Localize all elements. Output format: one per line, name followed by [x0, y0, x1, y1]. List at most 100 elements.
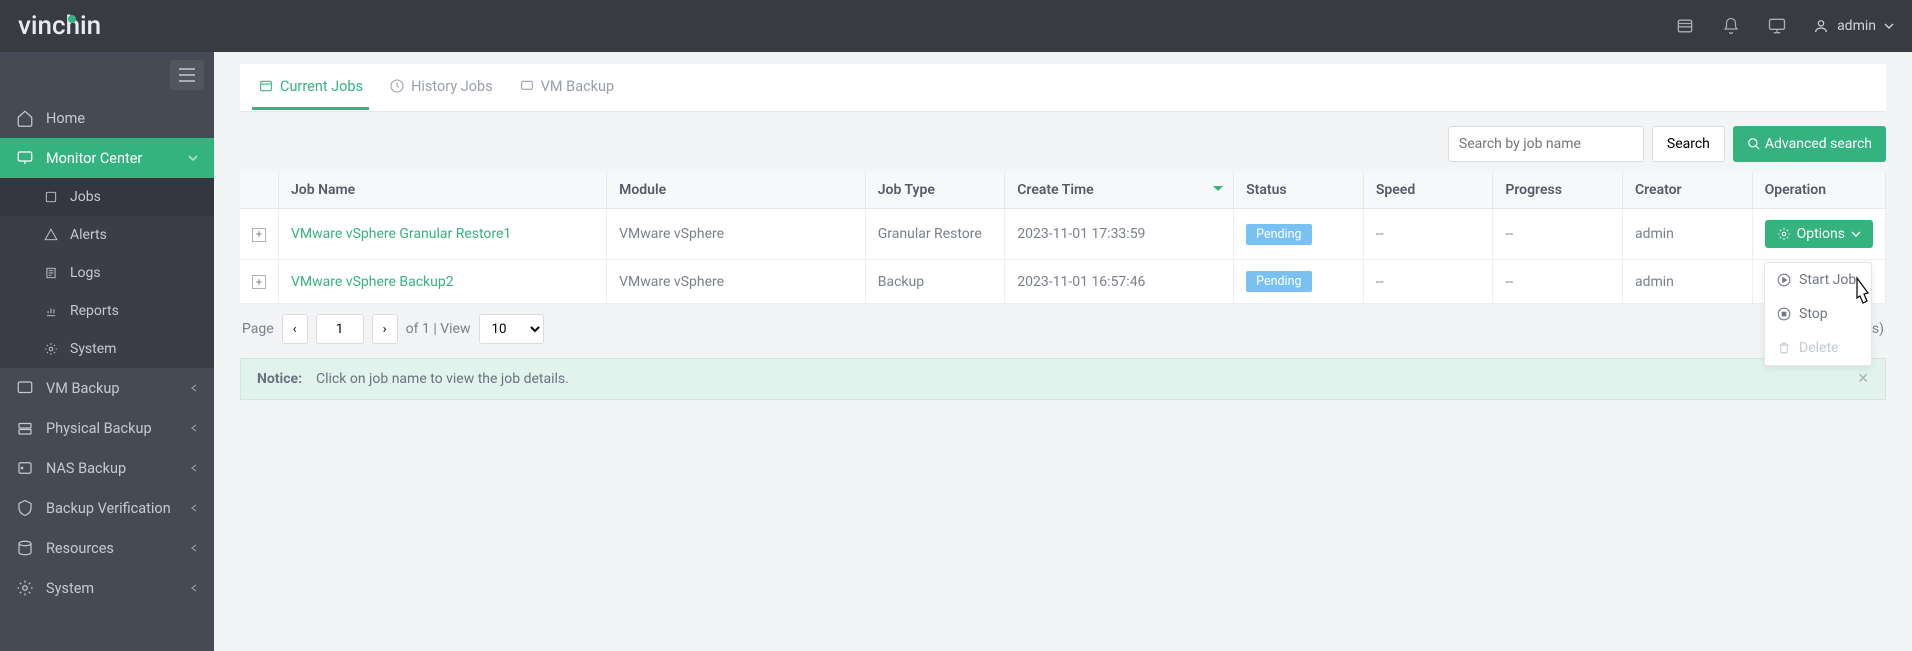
- chevron-down-icon: [1851, 229, 1861, 239]
- pager-size-select[interactable]: 10: [479, 314, 544, 344]
- play-icon: [1777, 273, 1791, 287]
- status-badge: Pending: [1246, 271, 1311, 292]
- home-icon: [16, 109, 34, 127]
- dropdown-delete: Delete: [1765, 331, 1871, 365]
- nas-backup-icon: [16, 459, 34, 477]
- search-button[interactable]: Search: [1652, 126, 1725, 162]
- col-job-name[interactable]: Job Name: [279, 172, 607, 209]
- brand-logo: vinchin: [18, 12, 168, 40]
- monitor-icon[interactable]: [1767, 16, 1787, 36]
- user-menu[interactable]: admin: [1813, 18, 1894, 34]
- tab-label: Current Jobs: [280, 78, 363, 95]
- sidebar-item-label: Resources: [46, 540, 114, 557]
- user-icon: [1813, 18, 1829, 34]
- cell-progress: --: [1493, 209, 1623, 260]
- history-icon: [389, 78, 405, 94]
- table-row: + VMware vSphere Backup2 VMware vSphere …: [240, 260, 1886, 304]
- sidebar-item-label: System: [46, 580, 94, 597]
- pager-prev-button[interactable]: ‹: [282, 314, 308, 344]
- expand-row-button[interactable]: +: [252, 228, 266, 242]
- system-icon: [16, 579, 34, 597]
- svg-text:vinchin: vinchin: [18, 12, 101, 40]
- sidebar-item-home[interactable]: Home: [0, 98, 214, 138]
- chevron-left-icon: [190, 384, 198, 392]
- cell-creator: admin: [1622, 209, 1752, 260]
- col-job-type[interactable]: Job Type: [865, 172, 1005, 209]
- reports-icon: [44, 304, 58, 318]
- pager-label: Page: [242, 321, 274, 337]
- sidebar-item-monitor[interactable]: Monitor Center: [0, 138, 214, 178]
- expand-row-button[interactable]: +: [252, 275, 266, 289]
- toolbar: Search Advanced search: [240, 112, 1886, 172]
- sidebar-item-resources[interactable]: Resources: [0, 528, 214, 568]
- sidebar-item-vm-backup[interactable]: VM Backup: [0, 368, 214, 408]
- pager-next-button[interactable]: ›: [372, 314, 398, 344]
- sidebar-item-nas-backup[interactable]: NAS Backup: [0, 448, 214, 488]
- sidebar-toggle[interactable]: [170, 60, 204, 90]
- sidebar-item-label: Logs: [70, 265, 101, 281]
- dropdown-start-job[interactable]: Start Job: [1765, 263, 1871, 297]
- sidebar-item-system[interactable]: System: [0, 568, 214, 608]
- dropdown-stop[interactable]: Stop: [1765, 297, 1871, 331]
- vm-icon: [519, 78, 535, 94]
- cell-speed: --: [1363, 209, 1493, 260]
- status-badge: Pending: [1246, 224, 1311, 245]
- sidebar-item-alerts[interactable]: Alerts: [0, 216, 214, 254]
- chevron-left-icon: [190, 584, 198, 592]
- col-create-time[interactable]: Create Time: [1005, 172, 1234, 209]
- list-icon[interactable]: [1675, 16, 1695, 36]
- list-icon: [258, 78, 274, 94]
- system-icon: [44, 342, 58, 356]
- tabs: Current Jobs History Jobs VM Backup: [240, 64, 1886, 112]
- vm-backup-icon: [16, 379, 34, 397]
- notice-close-button[interactable]: ✕: [1857, 371, 1869, 387]
- alerts-icon: [44, 228, 58, 242]
- job-name-link[interactable]: VMware vSphere Backup2: [291, 274, 454, 290]
- chevron-left-icon: [190, 544, 198, 552]
- sidebar-item-label: VM Backup: [46, 380, 119, 397]
- job-name-link[interactable]: VMware vSphere Granular Restore1: [291, 226, 511, 242]
- col-speed[interactable]: Speed: [1363, 172, 1493, 209]
- sidebar-item-logs[interactable]: Logs: [0, 254, 214, 292]
- col-progress[interactable]: Progress: [1493, 172, 1623, 209]
- sidebar-item-physical-backup[interactable]: Physical Backup: [0, 408, 214, 448]
- cell-type: Backup: [865, 260, 1005, 304]
- search-input[interactable]: [1448, 126, 1644, 162]
- bell-icon[interactable]: [1721, 16, 1741, 36]
- search-icon: [1747, 137, 1761, 151]
- sidebar-item-system-sub[interactable]: System: [0, 330, 214, 368]
- cell-module: VMware vSphere: [607, 209, 866, 260]
- stop-icon: [1777, 307, 1791, 321]
- pager-of: of 1 | View: [406, 321, 471, 337]
- table-row: + VMware vSphere Granular Restore1 VMwar…: [240, 209, 1886, 260]
- col-module[interactable]: Module: [607, 172, 866, 209]
- options-button[interactable]: Options: [1765, 220, 1873, 248]
- chevron-left-icon: [190, 424, 198, 432]
- sidebar-item-jobs[interactable]: Jobs: [0, 178, 214, 216]
- cell-speed: --: [1363, 260, 1493, 304]
- tab-vm-backup[interactable]: VM Backup: [513, 66, 620, 110]
- notice-text: Click on job name to view the job detail…: [316, 371, 569, 387]
- pager: Page ‹ › of 1 | View 10 record(s): [240, 304, 1886, 354]
- monitor-center-icon: [16, 149, 34, 167]
- sidebar-item-label: Backup Verification: [46, 500, 171, 517]
- sidebar-item-label: Home: [46, 110, 85, 127]
- sidebar-item-label: System: [70, 341, 116, 357]
- pager-page-input[interactable]: [316, 314, 364, 344]
- verification-icon: [16, 499, 34, 517]
- sidebar-toggle-wrap: [0, 52, 214, 98]
- trash-icon: [1777, 341, 1791, 355]
- advanced-search-button[interactable]: Advanced search: [1733, 126, 1886, 162]
- tab-history-jobs[interactable]: History Jobs: [383, 66, 499, 110]
- chevron-down-icon: [1884, 21, 1894, 31]
- col-creator[interactable]: Creator: [1622, 172, 1752, 209]
- sidebar-item-label: Monitor Center: [46, 150, 142, 167]
- tab-current-jobs[interactable]: Current Jobs: [252, 66, 369, 110]
- sidebar-item-label: Jobs: [70, 189, 101, 205]
- sidebar-item-reports[interactable]: Reports: [0, 292, 214, 330]
- chevron-left-icon: [190, 504, 198, 512]
- sidebar-item-backup-verification[interactable]: Backup Verification: [0, 488, 214, 528]
- sidebar-sub-monitor: Jobs Alerts Logs Reports System: [0, 178, 214, 368]
- col-status[interactable]: Status: [1234, 172, 1364, 209]
- resources-icon: [16, 539, 34, 557]
